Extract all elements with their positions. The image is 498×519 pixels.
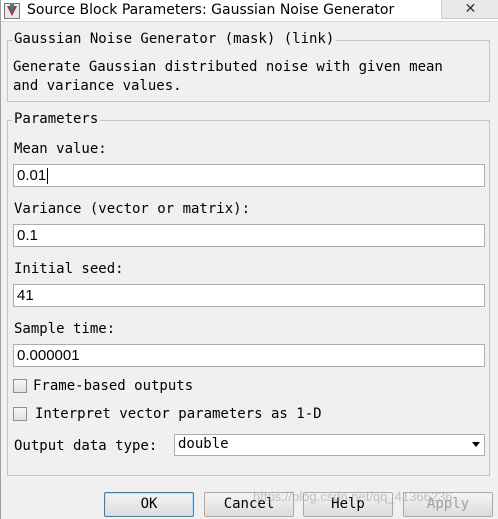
mean-value-input[interactable]: 0.01 — [13, 164, 485, 187]
mask-group-title: Gaussian Noise Generator (mask) (link) — [12, 31, 337, 47]
sample-time-input[interactable]: 0.000001 — [13, 344, 485, 367]
window-title: Source Block Parameters: Gaussian Noise … — [27, 2, 395, 18]
close-icon: ✕ — [464, 1, 477, 17]
mean-value-label: Mean value: — [14, 141, 107, 157]
frame-based-outputs-label[interactable]: Frame-based outputs — [33, 378, 193, 394]
text-cursor — [47, 168, 48, 184]
output-data-type-select[interactable]: double — [174, 434, 485, 456]
interpret-1d-label[interactable]: Interpret vector parameters as 1-D — [35, 406, 322, 422]
ok-button[interactable]: OK — [104, 492, 194, 517]
output-data-type-label: Output data type: — [14, 438, 158, 454]
title-bar[interactable]: Source Block Parameters: Gaussian Noise … — [1, 0, 498, 22]
watermark: https://blog.csdn.net/qq_41366236 — [253, 489, 453, 504]
simulink-block-icon — [4, 3, 20, 19]
close-button[interactable]: ✕ — [441, 0, 498, 19]
output-data-type-value: double — [178, 436, 229, 452]
dialog-window: Source Block Parameters: Gaussian Noise … — [0, 0, 498, 519]
frame-based-outputs-checkbox[interactable] — [13, 379, 27, 393]
parameters-group-title: Parameters — [12, 111, 101, 127]
mask-description: Generate Gaussian distributed noise with… — [13, 59, 443, 94]
variance-label: Variance (vector or matrix): — [14, 201, 251, 217]
sample-time-label: Sample time: — [14, 321, 116, 337]
interpret-1d-checkbox[interactable] — [13, 407, 27, 421]
chevron-down-icon[interactable] — [472, 442, 480, 447]
variance-input[interactable]: 0.1 — [13, 224, 485, 247]
initial-seed-label: Initial seed: — [14, 261, 124, 277]
initial-seed-input[interactable]: 41 — [13, 284, 485, 307]
